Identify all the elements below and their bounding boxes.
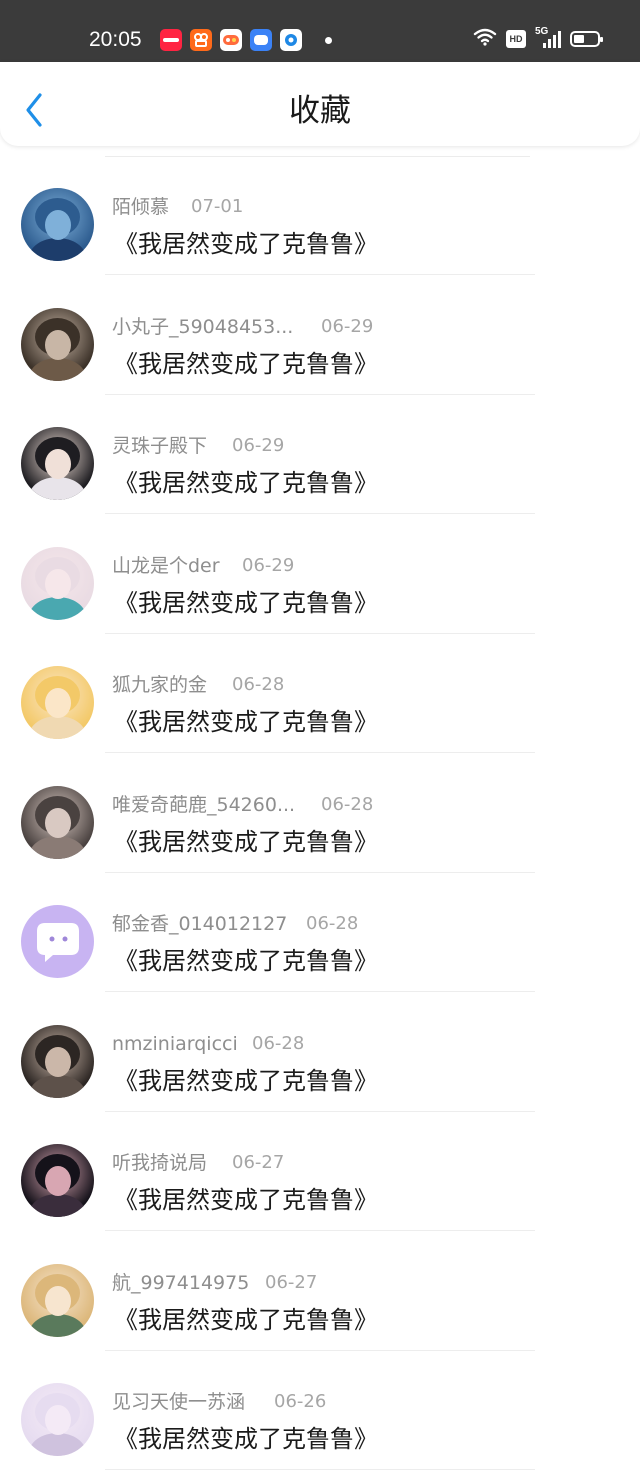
book-title[interactable]: 《我居然变成了克鲁鲁》 xyxy=(114,706,378,738)
book-title[interactable]: 《我居然变成了克鲁鲁》 xyxy=(114,1065,378,1097)
favorite-date: 06-28 xyxy=(306,913,359,934)
status-time: 20:05 xyxy=(89,28,142,51)
more-notifications-dot xyxy=(325,37,332,44)
user-avatar[interactable] xyxy=(21,1263,94,1337)
user-avatar[interactable] xyxy=(21,1144,94,1217)
username: 见习天使一苏涵 xyxy=(112,1391,246,1413)
user-avatar[interactable] xyxy=(21,1024,94,1098)
favorite-row[interactable]: 见习天使一苏涵 06-26 《我居然变成了克鲁鲁》 xyxy=(0,1351,640,1470)
chat-bubble-icon xyxy=(37,923,79,962)
avatar-body xyxy=(29,835,86,859)
avatar-body xyxy=(29,477,86,500)
avatar-face xyxy=(45,1405,71,1435)
avatar-face xyxy=(45,1046,71,1077)
browser-app-icon xyxy=(280,29,302,51)
favorite-date: 07-01 xyxy=(191,196,244,217)
favorite-date: 06-29 xyxy=(242,554,295,576)
hd-badge: HD xyxy=(506,30,526,48)
notification-app-icons xyxy=(160,29,302,51)
user-avatar[interactable] xyxy=(21,785,94,859)
favorite-date: 06-27 xyxy=(232,1152,285,1173)
username: 灵珠子殿下 xyxy=(112,435,208,457)
book-title[interactable]: 《我居然变成了克鲁鲁》 xyxy=(114,826,378,858)
username: 小丸子_59048453... xyxy=(112,315,294,338)
wifi-icon xyxy=(473,28,497,50)
favorite-row[interactable]: 灵珠子殿下 06-29 《我居然变成了克鲁鲁》 xyxy=(0,395,640,514)
cellular-signal-icon: 5G xyxy=(535,26,561,49)
avatar-body xyxy=(29,238,86,261)
kuaishou-app-icon xyxy=(190,29,212,51)
favorite-date: 06-27 xyxy=(265,1271,318,1293)
book-title[interactable]: 《我居然变成了克鲁鲁》 xyxy=(114,228,378,260)
avatar-body xyxy=(29,1194,86,1217)
page-title: 收藏 xyxy=(289,93,351,129)
favorite-date: 06-26 xyxy=(274,1391,327,1412)
favorite-date: 06-28 xyxy=(232,674,285,695)
game-center-app-icon xyxy=(220,29,242,51)
book-title[interactable]: 《我居然变成了克鲁鲁》 xyxy=(114,945,378,977)
favorite-row[interactable]: 山龙是个der 06-29 《我居然变成了克鲁鲁》 xyxy=(0,515,640,634)
favorite-row[interactable]: 唯爱奇葩鹿_54260... 06-28 《我居然变成了克鲁鲁》 xyxy=(0,754,640,873)
favorite-row[interactable]: nmziniarqicci 06-28 《我居然变成了克鲁鲁》 xyxy=(0,993,640,1112)
favorite-row[interactable]: 狐九家的金 06-28 《我居然变成了克鲁鲁》 xyxy=(0,634,640,753)
user-avatar[interactable] xyxy=(21,546,94,620)
avatar-face xyxy=(45,1166,71,1196)
status-bar: 20:05 HD 5G xyxy=(0,0,640,62)
battery-icon xyxy=(570,31,603,47)
user-avatar[interactable] xyxy=(21,307,94,381)
avatar-body xyxy=(29,1313,86,1337)
username: 郁金香_014012127 xyxy=(112,913,288,935)
username: 听我掎说局 xyxy=(112,1152,208,1174)
favorite-row[interactable]: 听我掎说局 06-27 《我居然变成了克鲁鲁》 xyxy=(0,1112,640,1231)
xiaohongshu-app-icon xyxy=(160,29,182,51)
avatar-face xyxy=(45,210,71,240)
book-title[interactable]: 《我居然变成了克鲁鲁》 xyxy=(114,467,378,499)
book-title[interactable]: 《我居然变成了克鲁鲁》 xyxy=(114,587,378,619)
avatar-face xyxy=(45,807,71,838)
weibo-app-icon xyxy=(250,29,272,51)
avatar-face xyxy=(45,449,71,479)
avatar-body xyxy=(29,716,86,739)
username: nmziniarqicci xyxy=(112,1032,238,1055)
favorite-row[interactable]: 小丸子_59048453... 06-29 《我居然变成了克鲁鲁》 xyxy=(0,276,640,395)
avatar-body xyxy=(29,596,86,620)
user-avatar[interactable] xyxy=(21,1383,94,1456)
username: 山龙是个der xyxy=(112,554,220,577)
book-title[interactable]: 《我居然变成了克鲁鲁》 xyxy=(114,1423,378,1455)
username: 狐九家的金 xyxy=(112,674,208,696)
user-avatar[interactable] xyxy=(21,427,94,500)
avatar-face xyxy=(45,688,71,718)
book-title[interactable]: 《我居然变成了克鲁鲁》 xyxy=(114,348,378,380)
status-indicators: HD 5G xyxy=(473,26,603,50)
username: 航_997414975 xyxy=(112,1271,250,1294)
favorite-date: 06-28 xyxy=(252,1032,305,1054)
book-title[interactable]: 《我居然变成了克鲁鲁》 xyxy=(114,1304,378,1336)
user-avatar[interactable] xyxy=(21,905,94,978)
avatar-body xyxy=(29,357,86,381)
avatar-body xyxy=(29,1433,86,1456)
favorite-row[interactable]: 郁金香_014012127 06-28 《我居然变成了克鲁鲁》 xyxy=(0,873,640,992)
favorite-date: 06-29 xyxy=(321,315,374,337)
favorite-date: 06-29 xyxy=(232,435,285,456)
favorite-row[interactable]: 航_997414975 06-27 《我居然变成了克鲁鲁》 xyxy=(0,1232,640,1351)
avatar-face xyxy=(45,568,71,599)
header-bar: 收藏 xyxy=(0,62,640,146)
battery-level xyxy=(574,35,584,43)
username: 唯爱奇葩鹿_54260... xyxy=(112,793,296,816)
username: 陌倾慕 xyxy=(112,196,170,218)
favorite-date: 06-28 xyxy=(321,793,374,815)
book-title[interactable]: 《我居然变成了克鲁鲁》 xyxy=(114,1184,378,1216)
user-avatar[interactable] xyxy=(21,188,94,261)
avatar-body xyxy=(29,1074,86,1098)
favorite-row[interactable]: 陌倾慕 07-01 《我居然变成了克鲁鲁》 xyxy=(0,156,640,275)
avatar-face xyxy=(45,329,71,360)
user-avatar[interactable] xyxy=(21,666,94,739)
avatar-face xyxy=(45,1285,71,1316)
